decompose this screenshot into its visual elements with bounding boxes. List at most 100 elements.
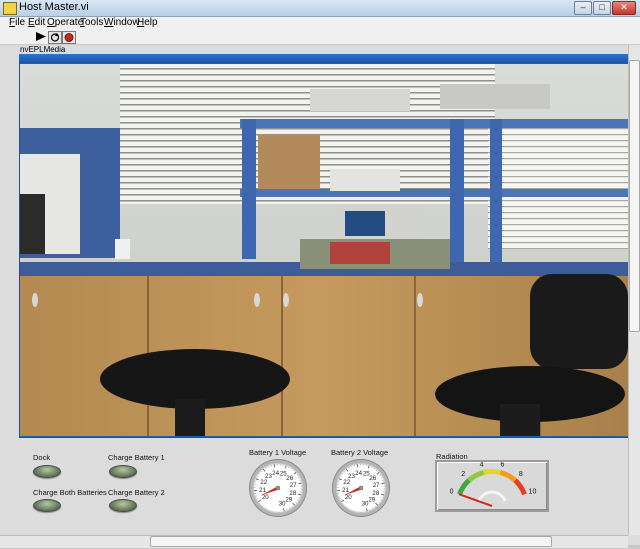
- gauge-minor-tick: [338, 495, 340, 497]
- radiation-tick-label: 4: [480, 462, 484, 468]
- gauge-minor-tick: [340, 475, 342, 477]
- gauge-minor-tick: [341, 473, 344, 475]
- abort-icon[interactable]: [62, 31, 76, 44]
- gauge-minor-tick: [381, 497, 383, 499]
- gauge-minor-tick: [297, 499, 299, 501]
- radiation-tick-label: 10: [529, 488, 537, 495]
- charge-battery-2-button[interactable]: [109, 499, 137, 512]
- vertical-scroll-thumb[interactable]: [629, 60, 640, 332]
- gauge-tick-label: 27: [290, 482, 297, 489]
- gauge-tick: [345, 468, 349, 472]
- gauge-tick-label: 27: [373, 482, 380, 489]
- gauge-minor-tick: [380, 499, 382, 501]
- gauge-minor-tick: [292, 469, 295, 472]
- gauge-tick: [283, 508, 285, 512]
- gauge-tick: [297, 493, 302, 496]
- gauge-tick: [292, 502, 295, 506]
- gauge-minor-tick: [379, 474, 382, 476]
- gauge-tick: [367, 465, 370, 469]
- gauge-minor-tick: [265, 467, 267, 469]
- gauge-minor-tick: [374, 505, 376, 508]
- radiation-band-segment: [492, 469, 495, 475]
- run-continuously-icon[interactable]: [48, 31, 62, 44]
- gauge-minor-tick: [371, 466, 373, 469]
- gauge-minor-tick: [339, 498, 342, 500]
- vi-icon: [3, 2, 17, 15]
- menu-edit[interactable]: Edit: [28, 17, 45, 28]
- charge-both-label: Charge Both Batteries: [33, 488, 107, 497]
- dock-button[interactable]: [33, 465, 61, 478]
- gauge-tick-label: 29: [285, 496, 292, 503]
- gauge-tick-label: 21: [259, 487, 266, 494]
- gauge-tick: [376, 471, 380, 475]
- radiation-tick-label: 2: [461, 471, 465, 478]
- radiation-tick-label: 8: [519, 471, 523, 478]
- menu-help[interactable]: Help: [137, 17, 158, 28]
- radiation-tick-label: 6: [500, 462, 504, 468]
- window-title: Host Master.vi: [19, 1, 89, 13]
- radiation-needle: [458, 493, 493, 507]
- menu-bar: File Edit Operate Tools Window Help: [0, 17, 640, 30]
- gauge-tick: [293, 471, 297, 475]
- media-label: nvEPLMedia: [20, 45, 66, 54]
- gauge-hub: [275, 485, 281, 491]
- gauge-minor-tick: [298, 497, 300, 499]
- gauge-tick: [262, 468, 266, 472]
- radiation-tick-label: 0: [450, 488, 454, 495]
- menu-file[interactable]: File: [9, 17, 25, 28]
- gauge-minor-tick: [296, 474, 299, 476]
- gauge-minor-tick: [371, 507, 373, 509]
- charge-battery-2-label: Charge Battery 2: [108, 488, 165, 497]
- charge-battery-1-label: Charge Battery 1: [108, 453, 165, 462]
- gauge-hub: [358, 485, 364, 491]
- gauge-minor-tick: [351, 465, 353, 468]
- gauge-tick: [366, 508, 368, 512]
- gauge-tick-label: 24: [272, 470, 279, 477]
- gauge-tick-label: 22: [260, 479, 267, 486]
- gauge-tick: [338, 478, 342, 481]
- gauge-tick-label: 30: [362, 500, 369, 507]
- gauge-tick: [255, 478, 259, 481]
- gauge-tick-label: 30: [279, 500, 286, 507]
- gauge-tick: [298, 482, 302, 484]
- gauge-minor-tick: [343, 470, 346, 473]
- gauge-minor-tick: [256, 498, 259, 500]
- gauge-tick-label: 24: [355, 470, 362, 477]
- gauge-minor-tick: [378, 501, 380, 504]
- charge-battery-1-button[interactable]: [109, 465, 137, 478]
- gauge-tick-label: 22: [343, 479, 350, 486]
- gauge-minor-tick: [295, 501, 297, 504]
- gauge-minor-tick: [375, 469, 378, 472]
- gauge-minor-tick: [369, 508, 371, 511]
- horizontal-scroll-thumb[interactable]: [150, 536, 552, 547]
- camera-feed-image: [20, 64, 628, 436]
- gauge-minor-tick: [260, 470, 263, 473]
- close-button[interactable]: ✕: [612, 1, 636, 15]
- dock-label: Dock: [33, 453, 51, 462]
- gauge-minor-tick: [258, 473, 261, 475]
- radiation-band-segment: [489, 469, 492, 475]
- menu-tools[interactable]: Tools: [80, 17, 103, 28]
- run-arrow-icon[interactable]: [35, 31, 47, 42]
- battery-1-voltage-gauge: 20 21 22 23 24 25 26 27 28 29 30: [250, 460, 306, 516]
- gauge-minor-tick: [373, 468, 375, 470]
- radiation-inner-arc: [477, 490, 507, 502]
- maximize-button[interactable]: □: [593, 1, 611, 15]
- gauge-minor-tick: [298, 477, 300, 479]
- gauge-minor-tick: [255, 495, 257, 497]
- gauge-minor-tick: [257, 475, 259, 477]
- gauge-minor-tick: [291, 505, 293, 508]
- toolbar: [0, 30, 640, 45]
- minimize-button[interactable]: –: [574, 1, 592, 15]
- gauge-minor-tick: [348, 467, 350, 469]
- gauge-tick-label: 21: [342, 487, 349, 494]
- gauge-minor-tick: [288, 507, 290, 509]
- charge-both-button[interactable]: [33, 499, 61, 512]
- gauge-minor-tick: [288, 466, 290, 469]
- gauge-minor-tick: [286, 508, 288, 511]
- gauge-minor-tick: [290, 468, 292, 470]
- menu-operate[interactable]: Operate: [47, 17, 83, 28]
- menu-window[interactable]: Window: [104, 17, 140, 28]
- gauge-tick-label: 29: [368, 496, 375, 503]
- gauge-minor-tick: [268, 465, 270, 468]
